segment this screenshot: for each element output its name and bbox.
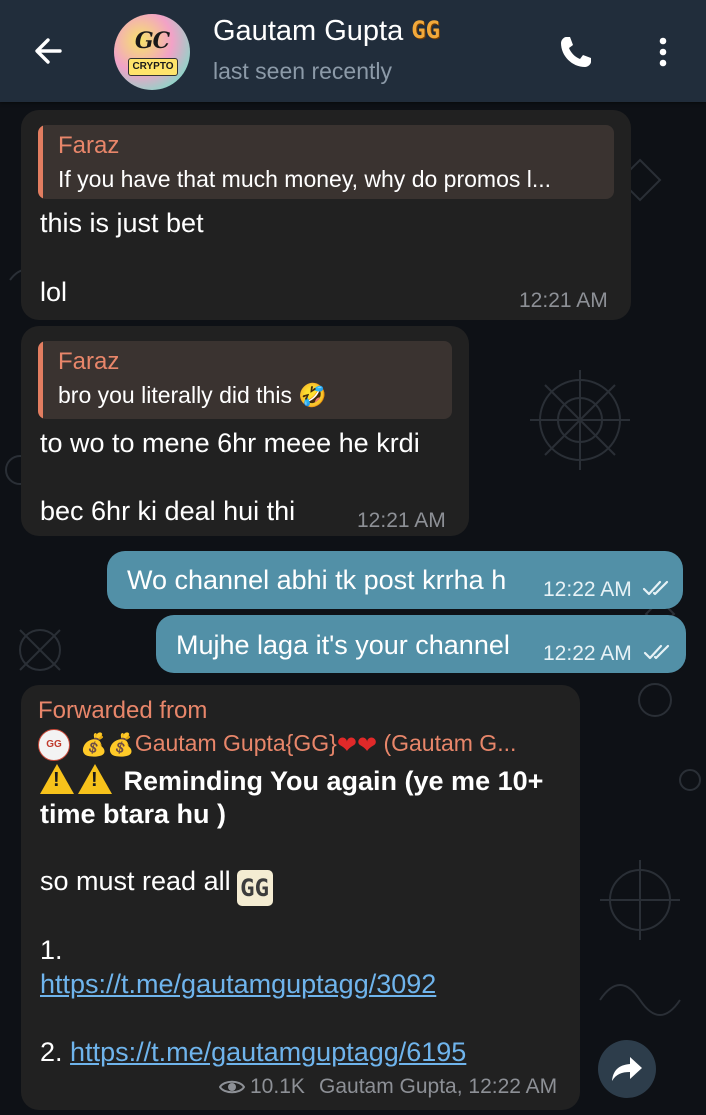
reply-bar	[38, 341, 43, 419]
phone-icon[interactable]	[556, 32, 596, 72]
reply-author: Faraz	[58, 348, 120, 375]
message-bubble[interactable]: Faraz bro you literally did this 🤣 to wo…	[21, 326, 469, 536]
source-channel: (Gautam G...	[383, 730, 517, 757]
message-bubble-outgoing[interactable]: Mujhe laga it's your channel 12:22 AM	[156, 615, 686, 673]
reply-bar	[38, 125, 43, 199]
message-time: 12:21 AM	[519, 289, 608, 312]
eye-icon	[219, 1080, 245, 1094]
chat-header: GC CRYPTO Gautam Gupta GG last seen recen…	[0, 0, 706, 102]
heart-icon: ❤	[356, 731, 378, 759]
contact-name: Gautam Gupta	[213, 15, 404, 47]
message-time: 12:22 AM	[543, 578, 632, 601]
reply-text: If you have that much money, why do prom…	[58, 166, 552, 192]
link-6195[interactable]: https://t.me/gautamguptagg/6195	[70, 1037, 466, 1067]
reply-preview[interactable]: Faraz bro you literally did this 🤣	[38, 341, 452, 419]
share-button[interactable]	[598, 1040, 656, 1098]
forwarded-message-bubble[interactable]: Forwarded from GG 💰💰Gautam Gupta{GG}❤❤ (G…	[21, 685, 580, 1110]
message-heading: Reminding You again (ye me 10+	[40, 764, 543, 797]
avatar-logo-text: GC	[134, 28, 170, 54]
forwarded-label: Forwarded from	[38, 697, 208, 724]
message-time: 12:22 AM	[543, 642, 632, 665]
heading-line-1: Reminding You again (ye me 10+	[123, 766, 544, 796]
avatar[interactable]: GC CRYPTO	[114, 14, 190, 90]
read-line: so must read all	[40, 866, 231, 896]
message-text: Mujhe laga it's your channel	[176, 630, 510, 660]
forwarded-source[interactable]: GG 💰💰Gautam Gupta{GG}❤❤ (Gautam G...	[38, 729, 578, 761]
message-footer: Gautam Gupta, 12:22 AM	[319, 1075, 558, 1098]
gg-emoji: GG	[236, 870, 273, 906]
link-3092[interactable]: https://t.me/gautamguptagg/3092	[40, 969, 436, 1000]
heart-icon: ❤	[336, 731, 357, 759]
message-time: 12:21 AM	[357, 509, 446, 532]
view-count: 10.1K	[250, 1075, 305, 1098]
gg-badge-emoji: GG	[411, 16, 441, 44]
avatar-logo-subtext: CRYPTO	[128, 58, 178, 76]
warning-icon	[78, 764, 112, 794]
message-text: to wo to mene 6hr meee he krdi	[40, 428, 420, 458]
message-bubble[interactable]: Faraz If you have that much money, why d…	[21, 110, 631, 320]
double-check-icon	[642, 580, 669, 596]
money-bag-icon: 💰	[107, 732, 135, 757]
list-item-2: 2. https://t.me/gautamguptagg/6195	[40, 1037, 466, 1068]
list-item-number: 2.	[40, 1037, 63, 1067]
more-vertical-icon[interactable]	[648, 34, 678, 70]
last-seen-status: last seen recently	[213, 58, 392, 84]
message-text: this is just bet	[40, 208, 204, 238]
message-text: bec 6hr ki deal hui thi	[40, 496, 296, 526]
arrow-back-icon[interactable]	[26, 28, 72, 74]
message-bubble-outgoing[interactable]: Wo channel abhi tk post krrha h 12:22 AM	[107, 551, 683, 609]
heading-line-2: time btara hu )	[40, 799, 227, 829]
share-icon	[612, 1057, 642, 1081]
message-text: so must read all GG	[40, 866, 273, 906]
reply-preview[interactable]: Faraz If you have that much money, why d…	[38, 125, 614, 199]
reply-author: Faraz	[58, 132, 120, 159]
money-bag-icon: 💰	[80, 732, 108, 757]
reply-text: bro you literally did this 🤣	[58, 382, 327, 408]
source-name: Gautam Gupta{GG}	[134, 730, 337, 757]
message-text: lol	[40, 277, 68, 307]
warning-icon	[40, 764, 74, 794]
list-item-number: 1.	[40, 935, 63, 965]
double-check-icon	[643, 644, 670, 660]
source-avatar: GG	[38, 729, 70, 761]
message-text: Wo channel abhi tk post krrha h	[127, 565, 507, 595]
chat-title[interactable]: Gautam Gupta GG	[213, 15, 440, 48]
